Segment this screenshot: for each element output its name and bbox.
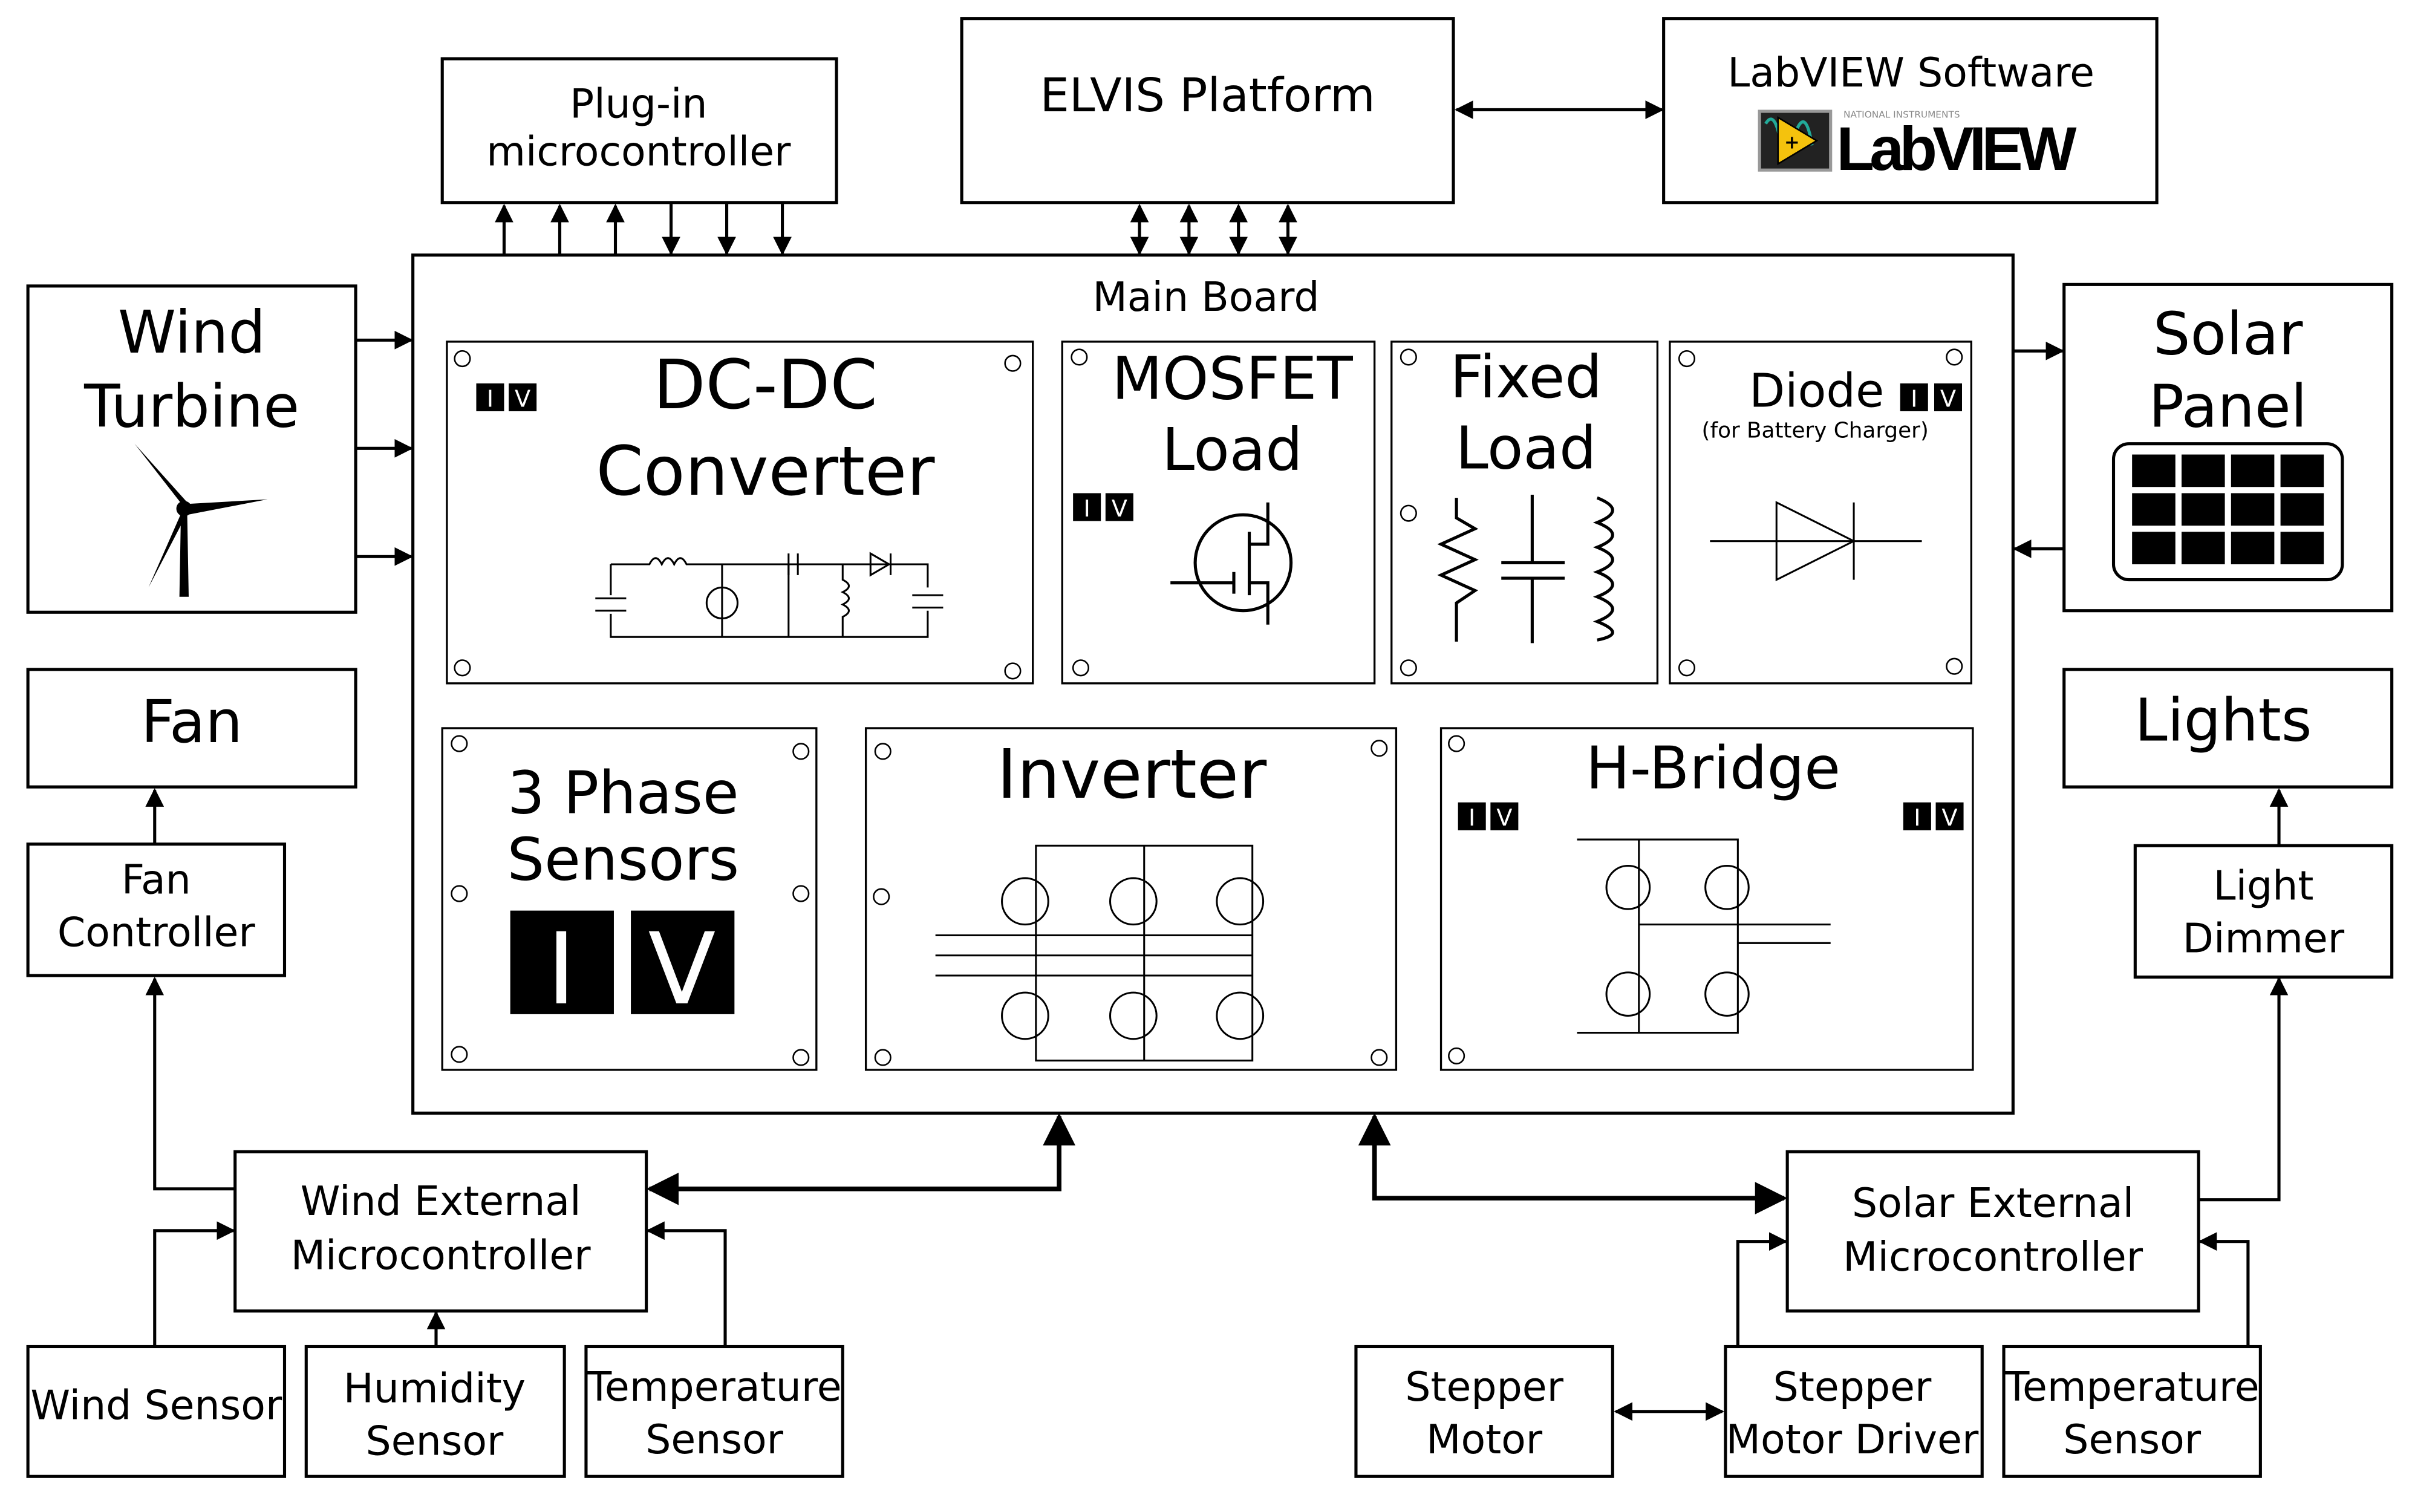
svg-text:V: V <box>515 385 530 412</box>
dcdc-label-1: DC-DC <box>653 345 878 425</box>
solar-cell <box>2280 493 2324 526</box>
solar-cell <box>2132 493 2176 526</box>
main-board-title: Main Board <box>1092 273 1319 321</box>
light-dimmer-box: Light Dimmer <box>2133 844 2394 979</box>
wind-sensor-box: Wind Sensor <box>26 1344 287 1478</box>
module-fixed-load: Fixed Load <box>1390 341 1659 685</box>
plugin-microcontroller-box: Plug-in microcontroller <box>440 57 838 204</box>
solar-mcu-label-1: Solar External <box>1852 1179 2134 1227</box>
fixed-label-1: Fixed <box>1450 343 1602 411</box>
solar-cell <box>2280 532 2324 565</box>
solar-temperature-sensor-box: Temperature Sensor <box>2002 1344 2262 1478</box>
elvis-label: ELVIS Platform <box>1040 69 1375 123</box>
solar-cell <box>2231 454 2275 487</box>
solar-panel-label-1: Solar <box>2153 299 2303 368</box>
svg-text:+: + <box>1784 132 1800 153</box>
solar-panel-box: Solar Panel <box>2062 282 2394 613</box>
stepper-motor-driver-box: Stepper Motor Driver <box>1724 1344 1984 1478</box>
humidity-sensor-box: Humidity Sensor <box>304 1344 566 1478</box>
solar-mcu-label-2: Microcontroller <box>1843 1233 2143 1280</box>
mosfet-label-2: Load <box>1162 415 1303 484</box>
solar-cell <box>2280 454 2324 487</box>
lights-label: Lights <box>2135 686 2312 754</box>
fan-label: Fan <box>141 688 243 756</box>
module-inverter: Inverter <box>864 727 1398 1071</box>
svg-text:I: I <box>1468 804 1475 832</box>
three-phase-label-2: Sensors <box>507 825 740 893</box>
svg-text:V: V <box>1112 495 1127 523</box>
svg-text:V: V <box>648 911 715 1027</box>
svg-text:V: V <box>1941 804 1957 832</box>
wind-sensor-label: Wind Sensor <box>30 1382 282 1429</box>
fan-controller-label-2: Controller <box>57 908 256 956</box>
temperature-label-1: Temperature <box>587 1363 842 1410</box>
stepper-motor-box: Stepper Motor <box>1354 1344 1614 1478</box>
hbridge-label: H-Bridge <box>1586 734 1840 803</box>
lights-box: Lights <box>2062 668 2394 789</box>
humidity-label-1: Humidity <box>344 1365 526 1412</box>
stepper-motor-label-2: Motor <box>1426 1416 1543 1463</box>
dcdc-label-2: Converter <box>596 432 935 511</box>
svg-text:I: I <box>1914 804 1920 832</box>
labview-label: LabVIEW Software <box>1727 49 2094 96</box>
svg-text:I: I <box>487 385 494 412</box>
solar-cell <box>2181 454 2225 487</box>
wind-temperature-sensor-box: Temperature Sensor <box>584 1344 844 1478</box>
solar-panel-icon <box>2111 442 2344 582</box>
mosfet-label-1: MOSFET <box>1112 345 1353 413</box>
light-dimmer-label-2: Dimmer <box>2183 915 2345 962</box>
solar-cell <box>2181 493 2225 526</box>
elvis-platform-box: ELVIS Platform <box>960 17 1455 204</box>
wind-turbine-label-1: Wind <box>118 298 266 367</box>
svg-text:V: V <box>1940 385 1956 412</box>
module-mosfet-load: MOSFET Load IV <box>1061 341 1376 685</box>
solar-cell <box>2231 493 2275 526</box>
humidity-label-2: Sensor <box>366 1417 504 1464</box>
solar-cell <box>2231 532 2275 565</box>
wind-mcu-label-2: Microcontroller <box>291 1232 592 1279</box>
solar-cell <box>2132 454 2176 487</box>
solar-temperature-label-1: Temperature <box>2004 1363 2260 1410</box>
plugin-label-2: microcontroller <box>486 128 791 175</box>
plugin-label-1: Plug-in <box>570 80 707 127</box>
three-phase-label-1: 3 Phase <box>507 759 739 827</box>
svg-text:LabVIEW: LabVIEW <box>1837 114 2078 183</box>
wind-turbine-label-2: Turbine <box>83 373 299 441</box>
svg-text:I: I <box>1084 495 1090 523</box>
stepper-driver-label-1: Stepper <box>1773 1363 1932 1410</box>
system-block-diagram: Plug-in microcontroller ELVIS Platform L… <box>26 17 2394 1478</box>
fixed-label-2: Load <box>1456 414 1597 483</box>
module-dc-dc-converter: IV DC-DC Converter <box>446 341 1034 685</box>
module-3-phase-sensors: 3 Phase Sensors IV <box>441 727 818 1071</box>
module-h-bridge: H-Bridge IV IV <box>1439 727 1974 1071</box>
wind-external-microcontroller-box: Wind External Microcontroller <box>233 1150 648 1313</box>
light-dimmer-label-1: Light <box>2214 862 2314 910</box>
module-diode: Diode IV (for Battery Charger) <box>1669 341 1972 685</box>
fan-controller-box: Fan Controller <box>26 842 287 977</box>
solar-panel-label-2: Panel <box>2149 373 2307 441</box>
labview-software-box: LabVIEW Software + NATIONAL INSTRUMENTS … <box>1662 17 2159 204</box>
diode-label: Diode <box>1749 364 1884 418</box>
solar-cell <box>2181 532 2225 565</box>
wind-turbine-box: Wind Turbine <box>26 284 357 614</box>
solar-temperature-label-2: Sensor <box>2063 1416 2201 1463</box>
solar-external-microcontroller-box: Solar External Microcontroller <box>1785 1150 2200 1313</box>
stepper-driver-label-2: Motor Driver <box>1726 1416 1979 1463</box>
svg-text:V: V <box>1496 804 1512 832</box>
fan-box: Fan <box>26 668 357 789</box>
stepper-motor-label-1: Stepper <box>1405 1363 1563 1410</box>
temperature-label-2: Sensor <box>645 1416 783 1463</box>
solar-cell <box>2132 532 2176 565</box>
wind-mcu-label-1: Wind External <box>301 1178 581 1225</box>
svg-text:I: I <box>1911 385 1917 412</box>
inverter-label: Inverter <box>997 735 1267 814</box>
svg-text:I: I <box>547 911 576 1027</box>
diode-subtitle: (for Battery Charger) <box>1702 418 1929 443</box>
fan-controller-label-1: Fan <box>122 856 191 904</box>
